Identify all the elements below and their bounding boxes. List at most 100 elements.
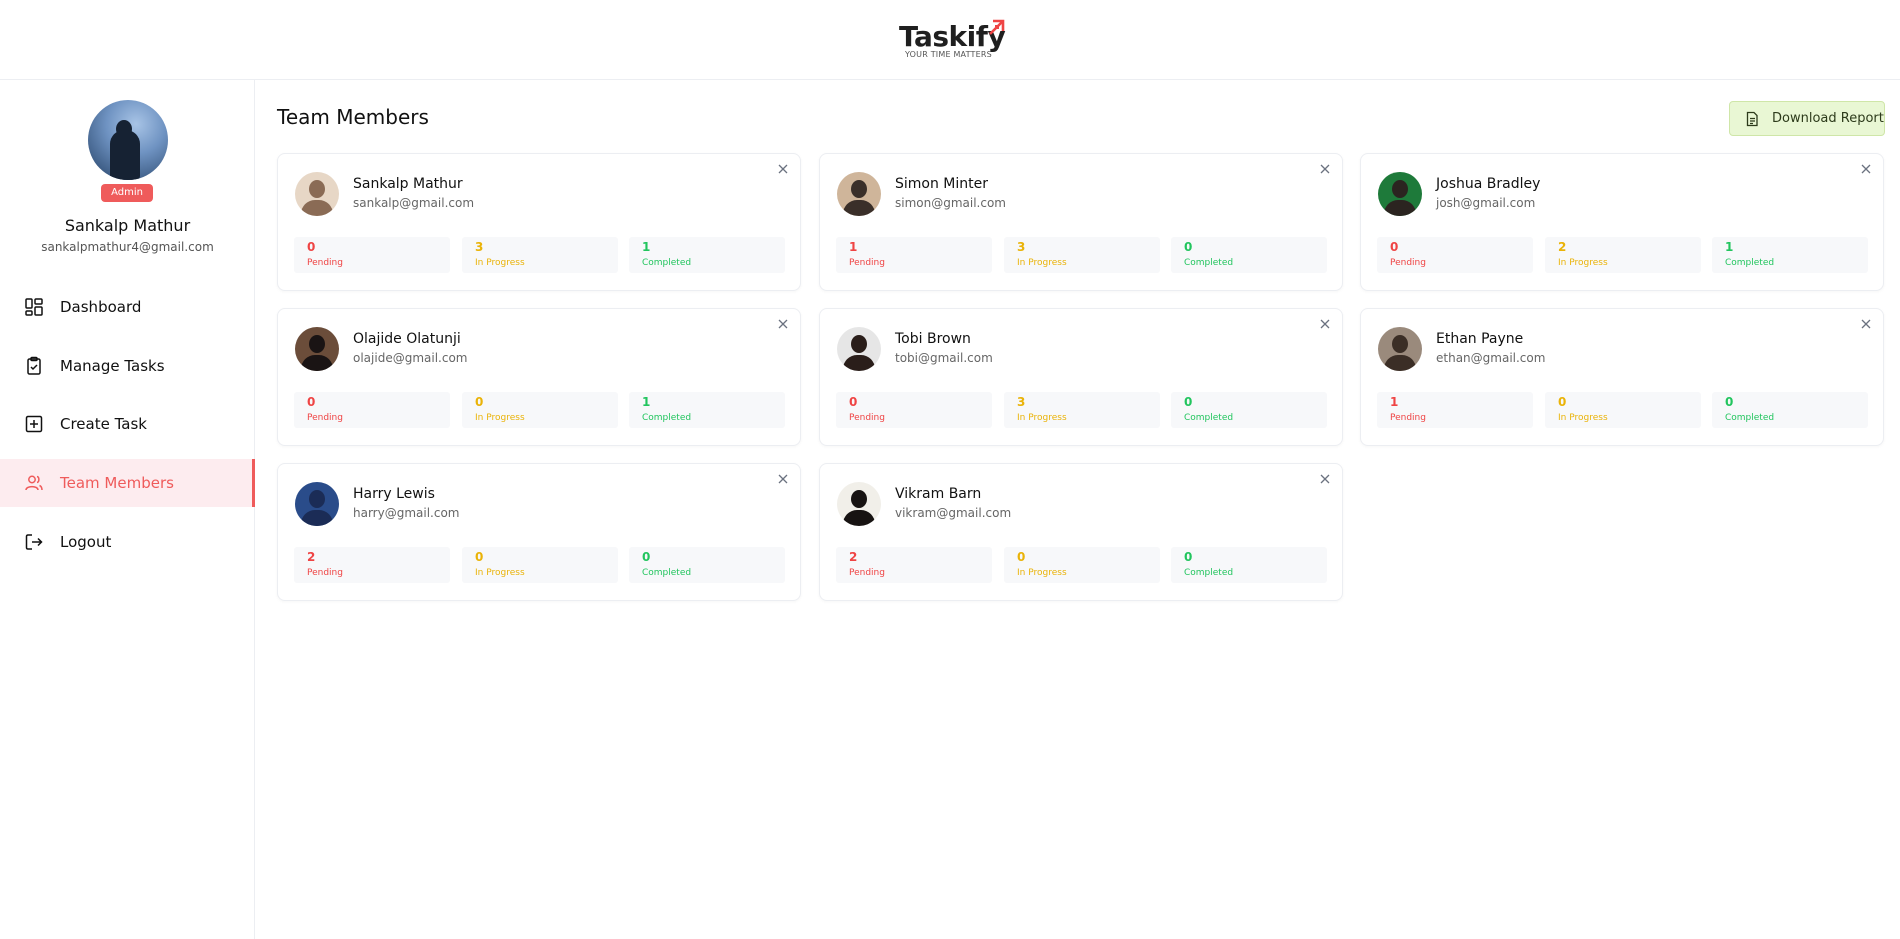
completed-label: Completed	[642, 568, 692, 578]
download-report-button[interactable]: Download Report	[1729, 101, 1885, 136]
in-progress-count: 0	[1017, 550, 1026, 564]
logo-tagline: YOUR TIME MATTERS	[905, 50, 992, 59]
pending-count: 0	[849, 395, 858, 409]
completed-stat: 0 Completed	[629, 547, 785, 583]
pending-count: 2	[849, 550, 858, 564]
pending-stat: 0 Pending	[294, 392, 450, 428]
in-progress-stat: 3 In Progress	[1004, 392, 1160, 428]
pending-stat: 1 Pending	[1377, 392, 1533, 428]
close-icon[interactable]	[776, 472, 790, 486]
pending-count: 2	[307, 550, 316, 564]
in-progress-count: 0	[475, 395, 484, 409]
profile-name: Sankalp Mathur	[64, 216, 191, 235]
member-card: Sankalp Mathur sankalp@gmail.com 0 Pendi…	[277, 153, 801, 291]
in-progress-label: In Progress	[475, 413, 525, 423]
member-avatar	[1378, 172, 1422, 216]
pending-stat: 0 Pending	[1377, 237, 1533, 273]
in-progress-stat: 0 In Progress	[1004, 547, 1160, 583]
sidebar: Admin Sankalp Mathur sankalpmathur4@gmai…	[0, 80, 255, 939]
close-icon[interactable]	[776, 162, 790, 176]
close-icon[interactable]	[1318, 472, 1332, 486]
nav-label: Create Task	[60, 415, 147, 433]
member-avatar	[837, 327, 881, 371]
nav-item-team-members[interactable]: Team Members	[0, 459, 255, 507]
in-progress-stat: 3 In Progress	[1004, 237, 1160, 273]
pending-count: 1	[1390, 395, 1399, 409]
member-card: Harry Lewis harry@gmail.com 2 Pending 0 …	[277, 463, 801, 601]
in-progress-label: In Progress	[1558, 258, 1608, 268]
pending-stat: 0 Pending	[294, 237, 450, 273]
completed-label: Completed	[1725, 258, 1775, 268]
plus-square-icon	[25, 415, 43, 433]
logo[interactable]: Taskify YOUR TIME MATTERS	[899, 18, 1009, 62]
page-title: Team Members	[277, 105, 429, 129]
in-progress-label: In Progress	[1558, 413, 1608, 423]
completed-count: 0	[1184, 395, 1193, 409]
pending-stat: 2 Pending	[836, 547, 992, 583]
member-email: sankalp@gmail.com	[353, 196, 475, 210]
pending-count: 0	[307, 395, 316, 409]
member-name: Harry Lewis	[353, 486, 435, 502]
clipboard-icon	[27, 356, 41, 375]
member-email: simon@gmail.com	[895, 196, 1006, 210]
completed-stat: 0 Completed	[1712, 392, 1868, 428]
member-email: tobi@gmail.com	[895, 351, 993, 365]
member-avatar	[1378, 327, 1422, 371]
close-icon[interactable]	[776, 317, 790, 331]
member-card: Vikram Barn vikram@gmail.com 2 Pending 0…	[819, 463, 1343, 601]
completed-label: Completed	[642, 258, 692, 268]
in-progress-label: In Progress	[475, 568, 525, 578]
in-progress-stat: 0 In Progress	[462, 392, 618, 428]
in-progress-label: In Progress	[1017, 413, 1067, 423]
member-name: Joshua Bradley	[1436, 176, 1541, 192]
member-name: Olajide Olatunji	[353, 331, 461, 347]
in-progress-stat: 0 In Progress	[462, 547, 618, 583]
pending-count: 0	[307, 240, 316, 254]
member-name: Ethan Payne	[1436, 331, 1524, 347]
member-name: Simon Minter	[895, 176, 989, 192]
close-icon[interactable]	[1859, 317, 1873, 331]
member-name: Sankalp Mathur	[353, 176, 463, 192]
pending-label: Pending	[849, 568, 885, 578]
nav-label: Manage Tasks	[60, 357, 165, 375]
in-progress-label: In Progress	[1017, 258, 1067, 268]
in-progress-count: 3	[1017, 395, 1026, 409]
profile-avatar	[88, 100, 168, 180]
dashboard-icon	[25, 298, 43, 316]
member-email: vikram@gmail.com	[895, 506, 1012, 520]
nav-item-manage-tasks[interactable]: Manage Tasks	[0, 342, 255, 390]
member-card: Olajide Olatunji olajide@gmail.com 0 Pen…	[277, 308, 801, 446]
member-avatar	[837, 482, 881, 526]
pending-label: Pending	[849, 413, 885, 423]
completed-stat: 1 Completed	[629, 392, 785, 428]
pending-stat: 1 Pending	[836, 237, 992, 273]
member-email: ethan@gmail.com	[1436, 351, 1546, 365]
pending-count: 0	[1390, 240, 1399, 254]
nav-item-dashboard[interactable]: Dashboard	[0, 283, 255, 331]
close-icon[interactable]	[1859, 162, 1873, 176]
role-badge: Admin	[101, 184, 153, 202]
in-progress-count: 0	[1558, 395, 1567, 409]
member-card: Ethan Payne ethan@gmail.com 1 Pending 0 …	[1360, 308, 1884, 446]
pending-label: Pending	[307, 568, 343, 578]
nav-label: Dashboard	[60, 298, 142, 316]
document-icon	[1746, 111, 1758, 126]
nav-item-logout[interactable]: Logout	[0, 518, 255, 566]
member-email: josh@gmail.com	[1436, 196, 1536, 210]
nav-item-create-task[interactable]: Create Task	[0, 400, 255, 448]
nav-label: Logout	[60, 533, 112, 551]
pending-label: Pending	[849, 258, 885, 268]
completed-count: 0	[1725, 395, 1734, 409]
completed-count: 1	[642, 240, 651, 254]
logo-arrow-icon	[989, 19, 1005, 35]
close-icon[interactable]	[1318, 317, 1332, 331]
completed-label: Completed	[1184, 258, 1234, 268]
pending-count: 1	[849, 240, 858, 254]
close-icon[interactable]	[1318, 162, 1332, 176]
in-progress-count: 2	[1558, 240, 1567, 254]
completed-label: Completed	[1725, 413, 1775, 423]
pending-label: Pending	[1390, 258, 1426, 268]
in-progress-stat: 0 In Progress	[1545, 392, 1701, 428]
download-report-label: Download Report	[1772, 111, 1884, 126]
completed-count: 0	[1184, 240, 1193, 254]
